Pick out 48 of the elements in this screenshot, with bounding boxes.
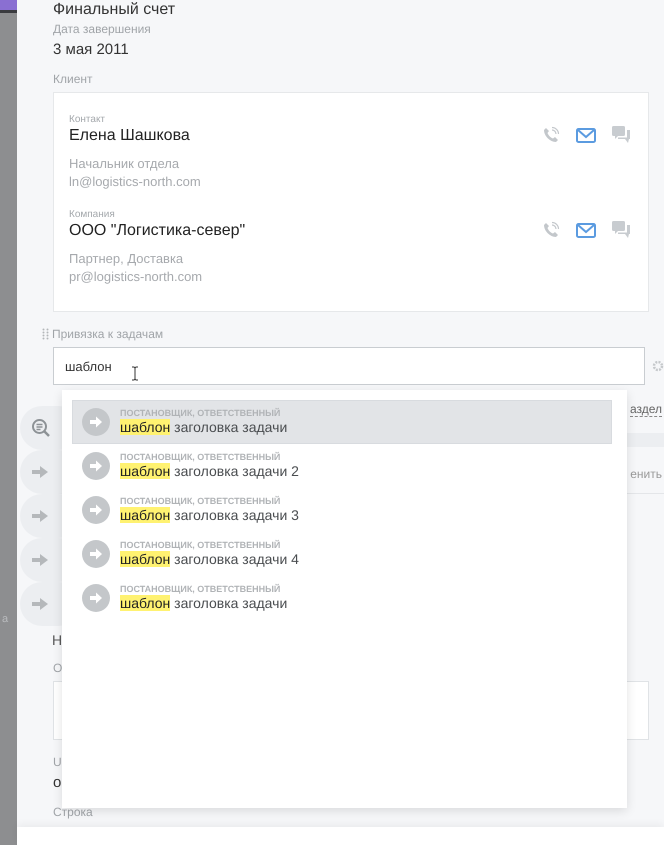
contact-name: ООО "Логистика-север" (69, 221, 246, 241)
suggestion-roles: ПОСТАНОВЩИК, ОТВЕТСТВЕННЫЙ (120, 496, 282, 507)
phone-icon[interactable] (542, 221, 560, 239)
arrow-icon (31, 465, 49, 479)
mail-icon[interactable] (576, 128, 596, 142)
section-link[interactable]: аздел (630, 402, 662, 416)
field-label: Клиент (53, 72, 94, 86)
field-label: Строка (53, 805, 94, 819)
suggestion-title: шаблон заголовка задачи (120, 595, 288, 612)
suggestion-roles: ПОСТАНОВЩИК, ОТВЕТСТВЕННЫЙ (120, 452, 282, 463)
suggestion-title: шаблон заголовка задачи 4 (120, 551, 299, 568)
contact-name: Елена Шашкова (69, 126, 190, 146)
arrow-circle-icon (82, 408, 110, 436)
arrow-icon (31, 553, 49, 567)
phone-icon[interactable] (542, 126, 560, 144)
arrow-icon (31, 597, 49, 611)
section-title: Финальный счет (53, 0, 176, 19)
mail-icon[interactable] (576, 222, 596, 238)
suggestion-roles: ПОСТАНОВЩИК, ОТВЕТСТВЕННЫЙ (120, 584, 282, 595)
suggestion-title: шаблон заголовка задачи 2 (120, 463, 299, 480)
arrow-circle-icon (82, 496, 110, 524)
arrow-circle-icon (82, 452, 110, 480)
drag-handle-icon[interactable] (42, 328, 49, 340)
top-bar (0, 0, 17, 13)
search-list-icon (31, 418, 51, 438)
arrow-circle-icon (82, 584, 110, 612)
suggestion-title: шаблон заголовка задачи 3 (120, 507, 299, 524)
contact-position: Партнер, Доставка (69, 251, 184, 267)
field-label: U (53, 755, 63, 769)
task-search-field[interactable]: шаблон (53, 347, 645, 385)
arrow-circle-icon (82, 540, 110, 568)
contact-position: Начальник отдела (69, 156, 180, 172)
field-label: Привязка к задачам (52, 327, 164, 341)
field-label: О (53, 661, 64, 675)
field-value: о (53, 774, 62, 792)
chat-icon[interactable] (612, 126, 631, 144)
contact-type-label: Компания (69, 209, 116, 221)
section-heading: Н (52, 631, 62, 650)
contact-type-label: Контакт (69, 114, 106, 126)
text-cursor-icon (131, 366, 139, 381)
suggestion-roles: ПОСТАНОВЩИК, ОТВЕТСТВЕННЫЙ (120, 540, 282, 551)
field-label: Дата завершения (53, 22, 152, 36)
arrow-icon (31, 509, 49, 523)
suggestion-title: шаблон заголовка задачи (120, 419, 288, 436)
contact-email: ln@logistics-north.com (69, 174, 202, 190)
field-value: 3 мая 2011 (53, 41, 130, 59)
contact-email: pr@logistics-north.com (69, 269, 204, 285)
chat-icon[interactable] (612, 221, 631, 239)
